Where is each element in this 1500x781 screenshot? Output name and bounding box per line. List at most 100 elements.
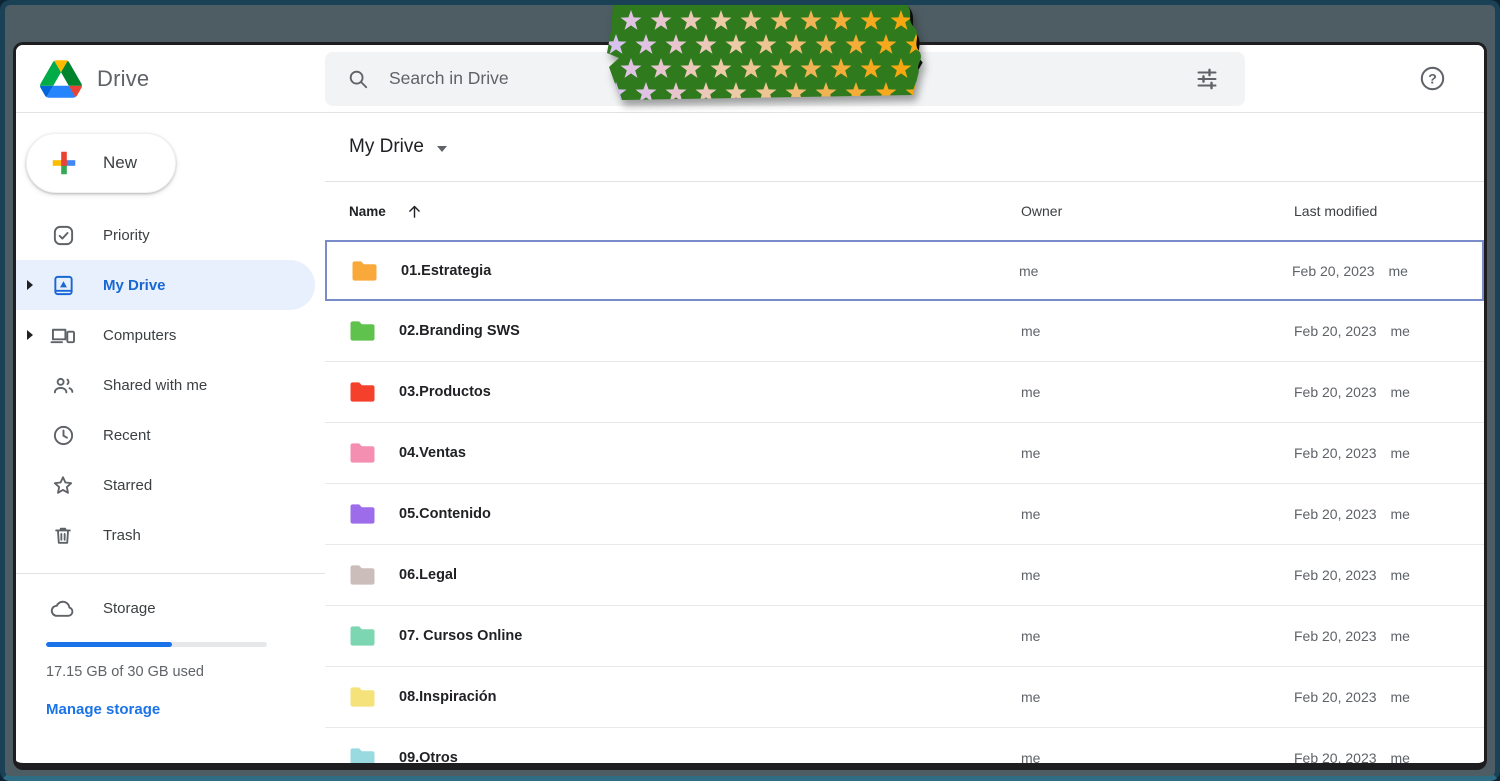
table-row[interactable]: 08.Inspiración me Feb 20, 2023 me — [325, 667, 1484, 728]
sidebar-item-my-drive[interactable]: My Drive — [16, 260, 315, 310]
plus-icon — [49, 148, 79, 178]
modified-date: Feb 20, 2023 — [1294, 445, 1377, 461]
expand-arrow-icon[interactable] — [27, 330, 33, 340]
modified-date: Feb 20, 2023 — [1294, 567, 1377, 583]
sidebar-item-trash[interactable]: Trash — [16, 510, 315, 560]
sidebar-item-computers[interactable]: Computers — [16, 310, 315, 360]
table-row[interactable]: 05.Contenido me Feb 20, 2023 me — [325, 484, 1484, 545]
app-header: Drive Search in Drive ? — [16, 45, 1484, 113]
cell-name: 02.Branding SWS — [349, 320, 1021, 342]
manage-storage-link[interactable]: Manage storage — [46, 701, 160, 718]
modified-date: Feb 20, 2023 — [1294, 506, 1377, 522]
cell-owner: me — [1021, 445, 1041, 461]
folder-name: 09.Otros — [399, 750, 458, 763]
computers-icon — [50, 324, 76, 347]
cell-owner: me — [1021, 750, 1041, 763]
table-row[interactable]: 04.Ventas me Feb 20, 2023 me — [325, 423, 1484, 484]
modified-date: Feb 20, 2023 — [1294, 750, 1377, 763]
sidebar-item-priority[interactable]: Priority — [16, 210, 315, 260]
cell-owner: me — [1021, 689, 1041, 705]
modified-by: me — [1390, 506, 1410, 522]
sidebar-item-starred[interactable]: Starred — [16, 460, 315, 510]
star-icon — [800, 10, 822, 30]
cloud-icon — [50, 597, 76, 619]
table-row[interactable]: 06.Legal me Feb 20, 2023 me — [325, 545, 1484, 606]
table-header: Name Owner Last modified — [325, 182, 1484, 240]
new-button-label: New — [103, 153, 138, 172]
modified-by: me — [1388, 262, 1408, 279]
folder-name: 03.Productos — [399, 384, 491, 400]
trash-icon — [50, 524, 76, 547]
modified-by: me — [1390, 384, 1410, 400]
sort-ascending-icon[interactable] — [406, 203, 423, 220]
table-row[interactable]: 03.Productos me Feb 20, 2023 me — [325, 362, 1484, 423]
cell-last-modified: Feb 20, 2023 me — [1294, 689, 1484, 705]
search-filters-icon[interactable] — [1187, 59, 1227, 99]
app-name: Drive — [97, 65, 150, 91]
cell-last-modified: Feb 20, 2023 me — [1292, 263, 1482, 279]
drive-app-window: Drive Search in Drive ? New Priority My … — [13, 42, 1487, 770]
cell-last-modified: Feb 20, 2023 me — [1294, 506, 1484, 522]
cell-last-modified: Feb 20, 2023 me — [1294, 445, 1484, 461]
modified-by: me — [1390, 323, 1410, 339]
table-row[interactable]: 09.Otros me Feb 20, 2023 me — [325, 728, 1484, 763]
cell-name: 08.Inspiración — [349, 686, 1021, 708]
cell-name: 01.Estrategia — [351, 260, 1019, 282]
svg-text:?: ? — [1428, 71, 1437, 87]
table-row[interactable]: 02.Branding SWS me Feb 20, 2023 me — [325, 301, 1484, 362]
chevron-down-icon[interactable] — [436, 145, 447, 152]
cell-last-modified: Feb 20, 2023 me — [1294, 323, 1484, 339]
storage-usage-text: 17.15 GB of 30 GB used — [46, 664, 204, 680]
shared-with-me-icon — [50, 374, 76, 397]
modified-date: Feb 20, 2023 — [1294, 384, 1377, 400]
cell-owner: me — [1021, 567, 1041, 583]
sidebar-item-label: Computers — [103, 326, 177, 344]
modified-by: me — [1390, 445, 1410, 461]
cell-name: 09.Otros — [349, 747, 1021, 763]
storage-progress-fill — [46, 642, 172, 647]
sidebar-divider — [16, 573, 325, 574]
search-icon[interactable] — [347, 68, 369, 90]
expand-arrow-icon[interactable] — [27, 280, 33, 290]
sidebar-item-label: Starred — [103, 476, 153, 494]
help-icon[interactable]: ? — [1412, 59, 1452, 99]
sidebar-item-label: Shared with me — [103, 376, 208, 394]
logo-area: Drive — [16, 59, 325, 98]
sidebar-item-storage[interactable]: Storage — [16, 583, 325, 633]
cell-last-modified: Feb 20, 2023 me — [1294, 628, 1484, 644]
sidebar-item-recent[interactable]: Recent — [16, 410, 315, 460]
cell-name: 03.Productos — [349, 381, 1021, 403]
folder-name: 01.Estrategia — [401, 262, 492, 279]
table-row[interactable]: 07. Cursos Online me Feb 20, 2023 me — [325, 606, 1484, 667]
column-header-owner[interactable]: Owner — [1021, 203, 1294, 219]
folder-icon — [349, 442, 376, 464]
folder-name: 06.Legal — [399, 567, 458, 583]
folder-icon — [349, 747, 376, 763]
folder-icon — [349, 686, 376, 708]
sidebar-item-shared-with-me[interactable]: Shared with me — [16, 360, 315, 410]
modified-date: Feb 20, 2023 — [1294, 689, 1377, 705]
screenshot-canvas: Drive Search in Drive ? New Priority My … — [0, 0, 1500, 781]
star-icon — [680, 10, 702, 30]
breadcrumb: My Drive — [325, 113, 1484, 181]
folder-icon — [349, 625, 376, 647]
star-icon — [620, 10, 642, 30]
priority-icon — [50, 224, 76, 247]
sidebar-item-label: Recent — [103, 426, 151, 444]
file-list: 01.Estrategia me Feb 20, 2023 me 02.Branding… — [325, 240, 1484, 763]
main-content: My Drive Name Owner Last modified 01.Est… — [325, 113, 1484, 763]
search-bar[interactable] — [325, 51, 1245, 106]
folder-icon — [349, 320, 376, 342]
starred-icon — [50, 474, 76, 497]
table-row[interactable]: 01.Estrategia me Feb 20, 2023 me — [325, 240, 1484, 301]
cell-owner: me — [1021, 384, 1041, 400]
cell-owner: me — [1021, 323, 1041, 339]
column-header-last-modified[interactable]: Last modified — [1294, 203, 1484, 219]
new-button[interactable]: New — [26, 133, 176, 193]
page-title[interactable]: My Drive — [349, 136, 424, 158]
search-input[interactable] — [387, 67, 1187, 90]
column-header-name[interactable]: Name — [349, 204, 386, 219]
folder-icon — [349, 381, 376, 403]
sidebar: New Priority My Drive Computers Shared with… — [16, 113, 325, 763]
cell-last-modified: Feb 20, 2023 me — [1294, 750, 1484, 763]
